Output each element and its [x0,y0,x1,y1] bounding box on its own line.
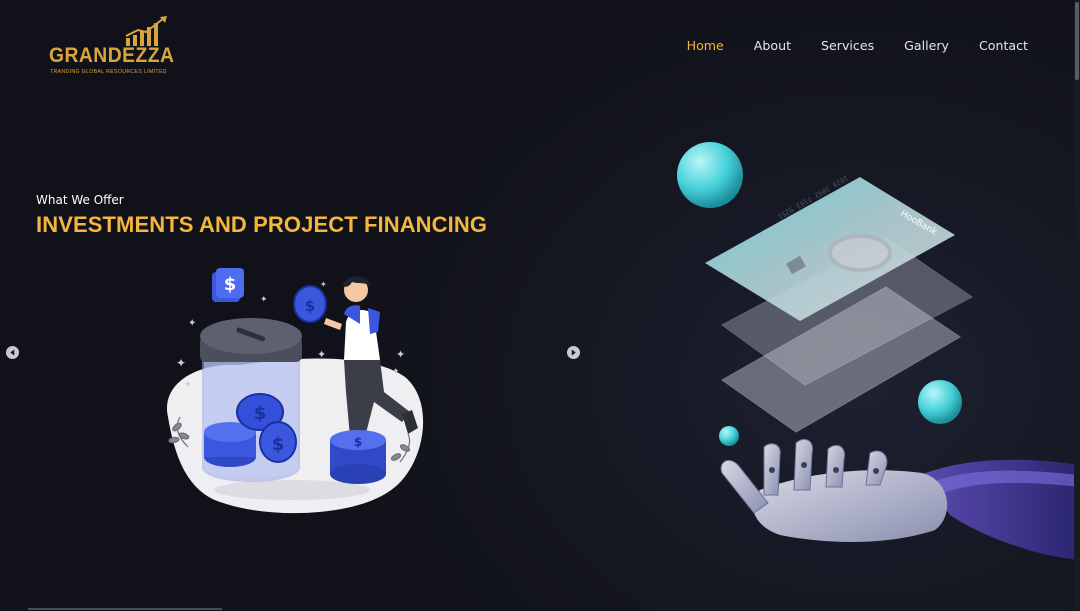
svg-text:✦: ✦ [392,366,400,376]
svg-text:✦: ✦ [184,379,192,389]
nav-link-about[interactable]: About [754,38,791,53]
nav-link-gallery[interactable]: Gallery [904,38,949,53]
hero-eyebrow: What We Offer [36,193,124,207]
svg-text:✦: ✦ [396,349,405,361]
svg-text:✦: ✦ [188,318,196,329]
slider-next-button[interactable] [567,346,580,359]
nav-link-services[interactable]: Services [821,38,874,53]
svg-text:✦: ✦ [317,349,326,361]
slider-prev-button[interactable] [6,346,19,359]
scrollbar-thumb[interactable] [1075,2,1079,80]
nav-link-contact[interactable]: Contact [979,38,1028,53]
svg-text:$: $ [254,403,267,424]
page-scrollbar[interactable] [1074,0,1080,611]
svg-text:✦: ✦ [320,280,327,289]
main-nav: Home About Services Gallery Contact [657,38,1028,53]
chevron-right-icon [571,349,576,356]
nav-link-home[interactable]: Home [687,38,724,53]
svg-text:$: $ [224,274,237,295]
hero-page: GRANDEZZA TRANDING GLOBAL RESOURCES LIMI… [0,0,1080,611]
brand-name: GRANDEZZA [49,44,175,67]
savings-jar-illustration: $ $ $ ✦ ✦ ✦ ✦ ✦ ✦ ✦ ✦ $ $ [166,268,424,514]
hero-title: INVESTMENTS AND PROJECT FINANCING [36,212,488,237]
svg-text:✦: ✦ [176,356,186,370]
chevron-left-icon [10,349,15,356]
brand-logo[interactable]: GRANDEZZA TRANDING GLOBAL RESOURCES LIMI… [46,16,175,80]
svg-text:✦: ✦ [260,294,268,304]
card-robot-hand-illustration: HooBank 1028 3892 7163 9251 [677,142,1080,560]
brand-tagline: TRANDING GLOBAL RESOURCES LIMITED [50,69,167,75]
svg-text:$: $ [305,297,315,315]
slider-progress-line [28,608,222,610]
svg-text:$: $ [272,434,285,455]
svg-text:$: $ [354,435,362,449]
